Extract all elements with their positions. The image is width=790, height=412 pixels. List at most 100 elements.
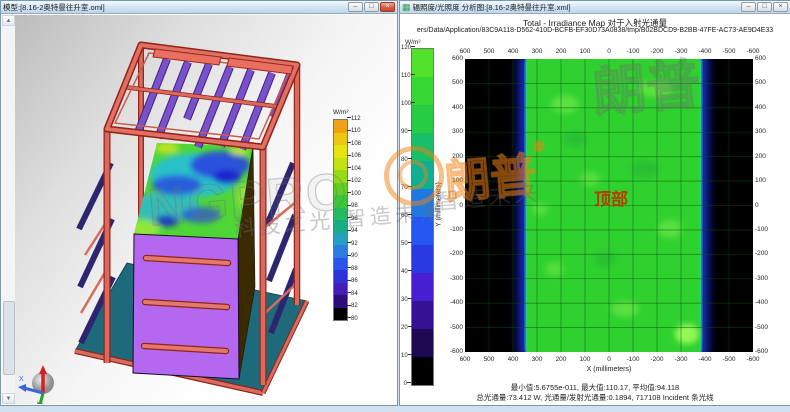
x-axis-tick-label: -200: [650, 48, 663, 56]
colorbar-segment: [412, 217, 433, 245]
colorbar-segment: [334, 145, 347, 158]
y-axis-tick-label: 0: [441, 202, 463, 210]
y-axis-tick-label: 400: [441, 104, 463, 112]
vertical-scrollbar[interactable]: ▲ ▼: [2, 15, 16, 404]
x-axis-tick-label: 200: [556, 356, 567, 364]
colorbar-segment: [334, 295, 347, 308]
y-axis-tick-label: -300: [755, 275, 785, 283]
colorbar-segment: [334, 233, 347, 246]
desktop: 模型:[8.16-2奥特曼往升室.oml] – □ × ▲ ▼: [0, 0, 790, 412]
x-axis-tick-label: -400: [698, 48, 711, 56]
minimize-button[interactable]: –: [741, 2, 756, 12]
maximize-button[interactable]: □: [757, 2, 772, 12]
y-axis-tick-label: 100: [441, 177, 463, 185]
y-axis-tick-label: -200: [441, 250, 463, 258]
colorbar-segment: [334, 120, 347, 133]
colorbar-segment: [412, 273, 433, 301]
y-axis-tick-label: -600: [755, 348, 785, 356]
colorbar-tick-label: 96: [347, 216, 358, 223]
y-axis-tick-label: -500: [441, 324, 463, 332]
orientation-triad[interactable]: X: [18, 365, 54, 404]
colorbar-tick-label: 102: [347, 178, 361, 185]
colorbar-tick-label: 90: [347, 253, 358, 260]
colorbar-tick-label: 100: [401, 101, 411, 108]
x-axis-tick-label: 200: [556, 48, 567, 56]
colorbar-tick-label: 82: [347, 303, 358, 310]
map-colorbar: W/m² 1201101009080706050403020100: [401, 39, 435, 391]
irradiance-map-plot[interactable]: 顶部: [465, 59, 753, 352]
model-3d-viewport[interactable]: X W/m² 112110108106104102100989694929088…: [15, 15, 396, 404]
colorbar-segment: [412, 329, 433, 357]
colorbar-segment: [412, 161, 433, 189]
y-axis-tick-label: 300: [441, 128, 463, 136]
colorbar-segment: [334, 208, 347, 221]
colorbar-tick-label: 106: [347, 153, 361, 160]
colorbar-tick-label: 60: [401, 213, 411, 220]
colorbar-tick-label: 90: [401, 129, 411, 136]
colorbar-tick-label: 30: [401, 297, 411, 304]
colorbar-tick-label: 120: [401, 45, 411, 52]
colorbar-tick-label: 86: [347, 278, 358, 285]
x-axis-tick-label: 0: [607, 356, 611, 364]
close-button[interactable]: ×: [380, 2, 395, 12]
y-axis-tick-label: 600: [755, 55, 785, 63]
y-axis-tick-label: 500: [441, 79, 463, 87]
x-axis-tick-label: 400: [508, 356, 519, 364]
colorbar-segment: [334, 220, 347, 233]
y-axis-tick-label: 400: [755, 104, 785, 112]
colorbar-tick-label: 10: [401, 353, 411, 360]
scroll-up-arrow[interactable]: ▲: [2, 15, 15, 26]
colorbar-segment: [412, 301, 433, 329]
colorbar-tick-label: 20: [401, 325, 411, 332]
colorbar-segment: [334, 158, 347, 171]
colorbar-segment: [334, 258, 347, 271]
x-axis-tick-label: 500: [484, 48, 495, 56]
x-axis-tick-label: -500: [722, 48, 735, 56]
x-axis-tick-label: 0: [607, 48, 611, 56]
x-axis-title: X (millimeters): [465, 366, 753, 373]
model-window-titlebar[interactable]: 模型:[8.16-2奥特曼往升室.oml] – □ ×: [1, 1, 397, 14]
x-axis-tick-label: 600: [460, 356, 471, 364]
colorbar-segment: [334, 195, 347, 208]
cage-top: [107, 45, 297, 149]
map-colorbar-swatch: [411, 48, 434, 386]
colorbar-tick-label: 110: [347, 128, 361, 135]
scrollbar-thumb[interactable]: [3, 301, 15, 375]
x-axis-tick-label: 300: [532, 356, 543, 364]
maximize-button[interactable]: □: [364, 2, 379, 12]
model-colorbar-swatch: [333, 119, 348, 321]
y-axis-tick-label: -100: [755, 226, 785, 234]
irradiance-map-canvas: 顶部: [465, 59, 753, 352]
y-axis-tick-label: -400: [441, 299, 463, 307]
irradiance-window: ▦ 辐照度/光照度 分析图:[8.16-2奥特曼往升室.xml] – □ × T…: [399, 0, 790, 406]
x-axis-tick-label: -400: [698, 356, 711, 364]
colorbar-segment: [334, 270, 347, 283]
scroll-down-arrow[interactable]: ▼: [2, 393, 15, 404]
colorbar-segment: [334, 133, 347, 146]
irradiance-window-titlebar[interactable]: ▦ 辐照度/光照度 分析图:[8.16-2奥特曼往升室.xml] – □ ×: [400, 1, 790, 14]
colorbar-tick-label: 80: [347, 316, 358, 323]
y-axis-tick-label: 200: [441, 153, 463, 161]
close-button[interactable]: ×: [773, 2, 788, 12]
y-axis-tick-label: 300: [755, 128, 785, 136]
x-axis-label: X: [19, 376, 24, 383]
stats-line-2: 总光通量:73.412 W, 光通量/发射光通量:0.1894, 717108 …: [401, 392, 789, 403]
y-axis-tick-label: -200: [755, 250, 785, 258]
colorbar-segment: [412, 77, 433, 105]
colorbar-tick-label: 88: [347, 266, 358, 273]
minimize-button[interactable]: –: [348, 2, 363, 12]
model-window: 模型:[8.16-2奥特曼往升室.oml] – □ × ▲ ▼: [0, 0, 398, 406]
y-axis-tick-label: 0: [755, 202, 785, 210]
colorbar-tick-label: 104: [347, 166, 361, 173]
colorbar-tick-label: 94: [347, 228, 358, 235]
x-axis-tick-label: -200: [650, 356, 663, 364]
x-axis-tick-label: 400: [508, 48, 519, 56]
colorbar-segment: [412, 189, 433, 217]
colorbar-tick-label: 110: [401, 73, 411, 80]
colorbar-segment: [334, 283, 347, 296]
colorbar-tick-label: 40: [401, 269, 411, 276]
colorbar-tick-label: 108: [347, 141, 361, 148]
x-axis-tick-label: 100: [580, 48, 591, 56]
colorbar-segment: [334, 183, 347, 196]
colorbar-segment: [334, 308, 347, 321]
